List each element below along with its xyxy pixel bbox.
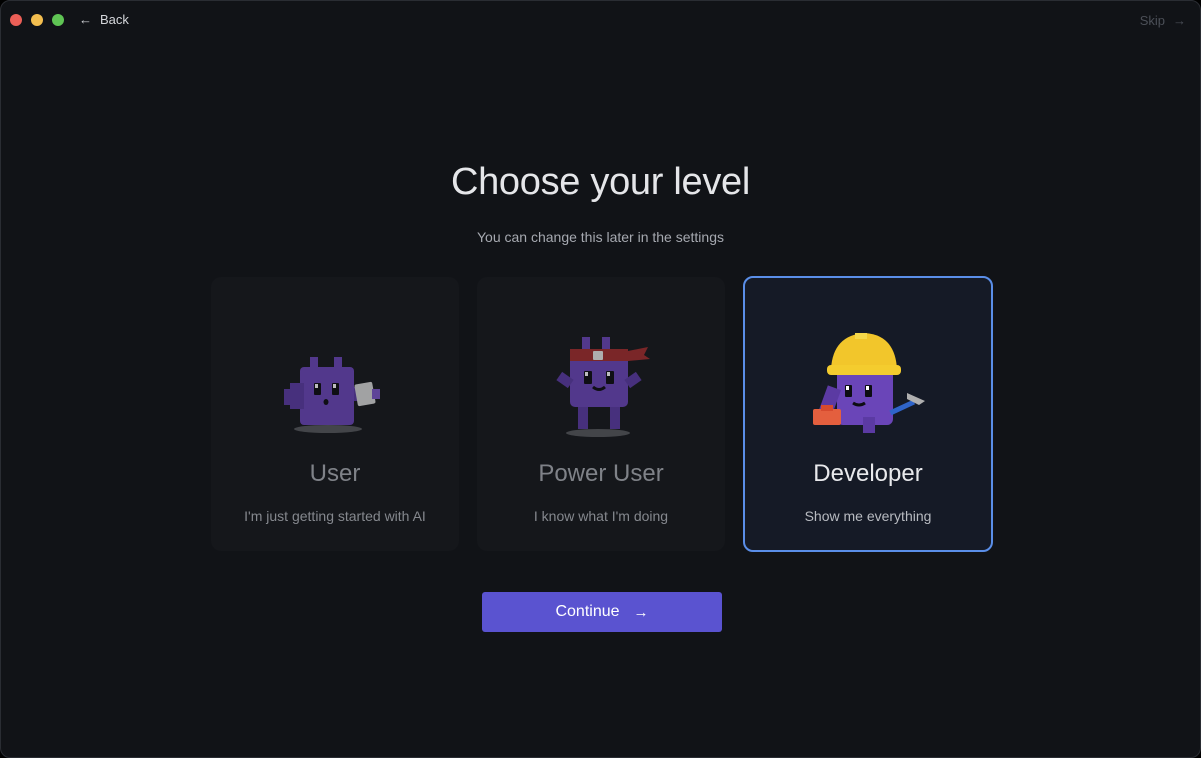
page-title: Choose your level (450, 161, 751, 203)
level-description: Show me everything (804, 508, 932, 524)
robot-with-paper-icon (284, 357, 380, 433)
arrow-right-icon: → (633, 603, 649, 621)
back-button[interactable]: ← Back (79, 10, 129, 28)
robot-with-headband-icon (556, 337, 650, 437)
level-card-user[interactable]: User I'm just getting started with AI (211, 277, 459, 551)
level-title: User (309, 460, 361, 487)
back-label: Back (100, 11, 129, 27)
robot-with-hardhat-icon (813, 333, 925, 433)
minimize-window-button[interactable] (31, 14, 43, 26)
level-description: I'm just getting started with AI (244, 508, 426, 524)
app-window: ← Back Skip → Choose your level You can … (0, 0, 1201, 758)
maximize-window-button[interactable] (52, 14, 64, 26)
close-window-button[interactable] (10, 14, 22, 26)
skip-button[interactable]: Skip → (1140, 11, 1186, 29)
skip-label: Skip (1139, 12, 1165, 28)
level-description: I know what I'm doing (533, 508, 669, 524)
continue-button[interactable]: Continue → (482, 592, 722, 632)
level-card-power-user[interactable]: Power User I know what I'm doing (477, 277, 725, 551)
continue-label: Continue (555, 603, 620, 620)
window-controls (10, 14, 64, 26)
arrow-left-icon: ← (79, 11, 92, 27)
level-title: Developer (813, 460, 923, 487)
arrow-right-icon: → (1173, 12, 1186, 28)
level-card-developer[interactable]: Developer Show me everything (743, 276, 993, 552)
page-subtitle: You can change this later in the setting… (477, 229, 724, 245)
level-title: Power User (538, 460, 664, 487)
